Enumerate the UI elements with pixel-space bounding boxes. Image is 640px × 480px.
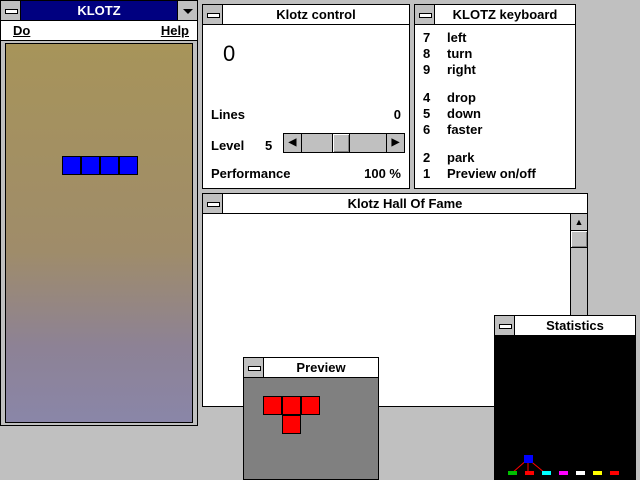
- level-row: Level 5: [211, 138, 272, 153]
- level-label: Level: [211, 138, 245, 153]
- key-action: drop: [447, 90, 476, 105]
- system-menu-icon[interactable]: [495, 316, 515, 335]
- window-title: KLOTZ: [77, 3, 121, 18]
- control-titlebar[interactable]: Klotz control: [203, 5, 409, 25]
- preview-block: [282, 396, 301, 415]
- key-number: 1: [423, 166, 431, 181]
- menu-do[interactable]: Do: [13, 21, 30, 40]
- system-menu-icon[interactable]: [415, 5, 435, 24]
- preview-titlebar[interactable]: Preview: [244, 358, 378, 378]
- lines-value: 0: [393, 107, 401, 122]
- key-number: 8: [423, 46, 431, 61]
- key-row: 2 park: [423, 150, 474, 165]
- stats-bar: [525, 471, 534, 475]
- key-row: 6 faster: [423, 122, 482, 137]
- keyboard-window: KLOTZ keyboard 7 left 8 turn 9 right 4 drop …: [414, 4, 576, 189]
- preview-block: [263, 396, 282, 415]
- menu-help[interactable]: Help: [161, 21, 189, 40]
- stats-bar: [542, 471, 551, 475]
- klotz-titlebar[interactable]: KLOTZ: [1, 1, 197, 21]
- playfield[interactable]: [5, 43, 193, 423]
- keyboard-titlebar[interactable]: KLOTZ keyboard: [415, 5, 575, 25]
- control-window: Klotz control 0 Lines 0 Level 5 ◀ ▶ Perf…: [202, 4, 410, 189]
- window-title: Preview: [296, 360, 346, 375]
- key-number: 5: [423, 106, 431, 121]
- statistics-window: Statistics: [494, 315, 636, 480]
- key-row: 7 left: [423, 30, 467, 45]
- window-title: Klotz control: [276, 7, 356, 22]
- performance-label: Performance: [211, 166, 291, 181]
- system-menu-icon[interactable]: [244, 358, 264, 377]
- falling-block: [100, 156, 119, 175]
- system-menu-icon[interactable]: [1, 1, 21, 20]
- system-menu-icon[interactable]: [203, 194, 223, 213]
- lines-label: Lines: [211, 107, 245, 122]
- stats-titlebar[interactable]: Statistics: [495, 316, 635, 336]
- minimize-arrow-icon[interactable]: [177, 1, 197, 20]
- stats-bar: [593, 471, 602, 475]
- key-action: faster: [447, 122, 483, 137]
- key-number: 7: [423, 30, 431, 45]
- key-action: left: [447, 30, 467, 45]
- stats-highlight: [524, 455, 533, 463]
- level-scrollbar[interactable]: ◀ ▶: [283, 133, 405, 153]
- falling-block: [81, 156, 100, 175]
- key-row: 1 Preview on/off: [423, 166, 536, 181]
- level-value: 5: [265, 138, 273, 153]
- preview-block: [282, 415, 301, 434]
- preview-block: [301, 396, 320, 415]
- stats-bar: [508, 471, 517, 475]
- klotz-window: KLOTZ Do Help: [0, 0, 198, 426]
- hall-titlebar[interactable]: Klotz Hall Of Fame: [203, 194, 587, 214]
- key-row: 9 right: [423, 62, 476, 77]
- menu-bar: Do Help: [1, 21, 197, 41]
- key-action: down: [447, 106, 481, 121]
- key-action: park: [447, 150, 475, 165]
- level-scroll-thumb[interactable]: [331, 134, 350, 152]
- key-action: right: [447, 62, 476, 77]
- key-number: 2: [423, 150, 431, 165]
- falling-block: [62, 156, 81, 175]
- right-arrow-icon[interactable]: ▶: [386, 134, 404, 152]
- system-menu-icon[interactable]: [203, 5, 223, 24]
- performance-row: Performance 100 %: [211, 166, 401, 181]
- scroll-thumb[interactable]: [571, 231, 587, 248]
- lines-row: Lines 0: [211, 107, 401, 122]
- performance-value: 100 %: [364, 166, 401, 181]
- key-row: 5 down: [423, 106, 481, 121]
- preview-window: Preview: [243, 357, 379, 480]
- window-title: KLOTZ keyboard: [452, 7, 558, 22]
- falling-block: [119, 156, 138, 175]
- stats-bar: [576, 471, 585, 475]
- score-display: 0: [223, 41, 236, 66]
- key-number: 9: [423, 62, 431, 77]
- key-action: turn: [447, 46, 473, 61]
- key-row: 4 drop: [423, 90, 476, 105]
- left-arrow-icon[interactable]: ◀: [284, 134, 302, 152]
- key-number: 4: [423, 90, 431, 105]
- window-title: Statistics: [546, 318, 604, 333]
- up-arrow-icon[interactable]: ▲: [571, 214, 587, 231]
- stats-bar: [559, 471, 568, 475]
- stats-bar: [610, 471, 619, 475]
- key-action: Preview on/off: [447, 166, 536, 181]
- key-number: 6: [423, 122, 431, 137]
- window-title: Klotz Hall Of Fame: [347, 196, 463, 211]
- key-row: 8 turn: [423, 46, 472, 61]
